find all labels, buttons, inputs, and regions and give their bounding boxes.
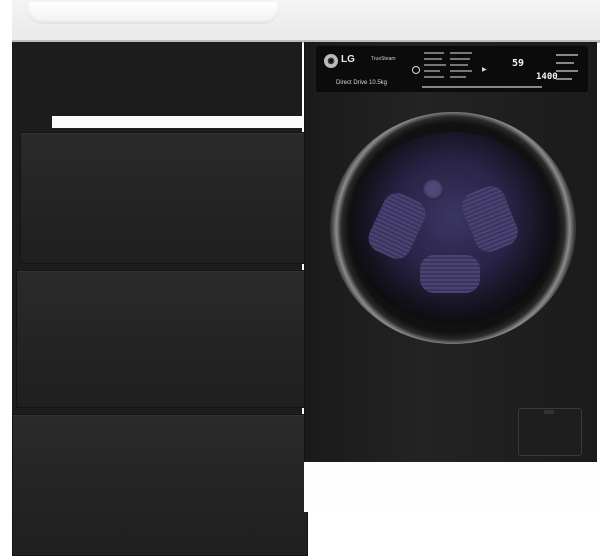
filter-notch (544, 410, 554, 414)
cabinet-top-gap (52, 116, 308, 128)
display-spin: 1400 (536, 72, 558, 82)
control-panel: ◉ LG TrueSteam Direct Drive 10.5kg ▶ 59 … (316, 46, 588, 92)
filter-access-door (518, 408, 582, 456)
vanity-cabinet (12, 42, 308, 556)
direct-drive-label: Direct Drive 10.5kg (336, 80, 388, 86)
drawer-top (20, 132, 308, 264)
drawer-bottom (12, 414, 308, 556)
product-photo: ◉ LG TrueSteam Direct Drive 10.5kg ▶ 59 … (0, 0, 600, 556)
drum-hub (422, 178, 444, 200)
brand-text: LG (341, 54, 355, 65)
truesteam-label: TrueSteam (371, 56, 396, 62)
drum-paddle (420, 255, 480, 293)
floor-gap (304, 462, 596, 512)
power-icon (412, 66, 420, 74)
lg-logo-icon: ◉ (324, 54, 338, 68)
program-list (422, 50, 478, 82)
display-time: 59 (512, 58, 525, 69)
start-pause-icon: ▶ (482, 67, 487, 73)
digital-display: 59 1400 (506, 50, 558, 86)
drawer-middle (16, 270, 308, 408)
sink-basin (28, 2, 278, 24)
